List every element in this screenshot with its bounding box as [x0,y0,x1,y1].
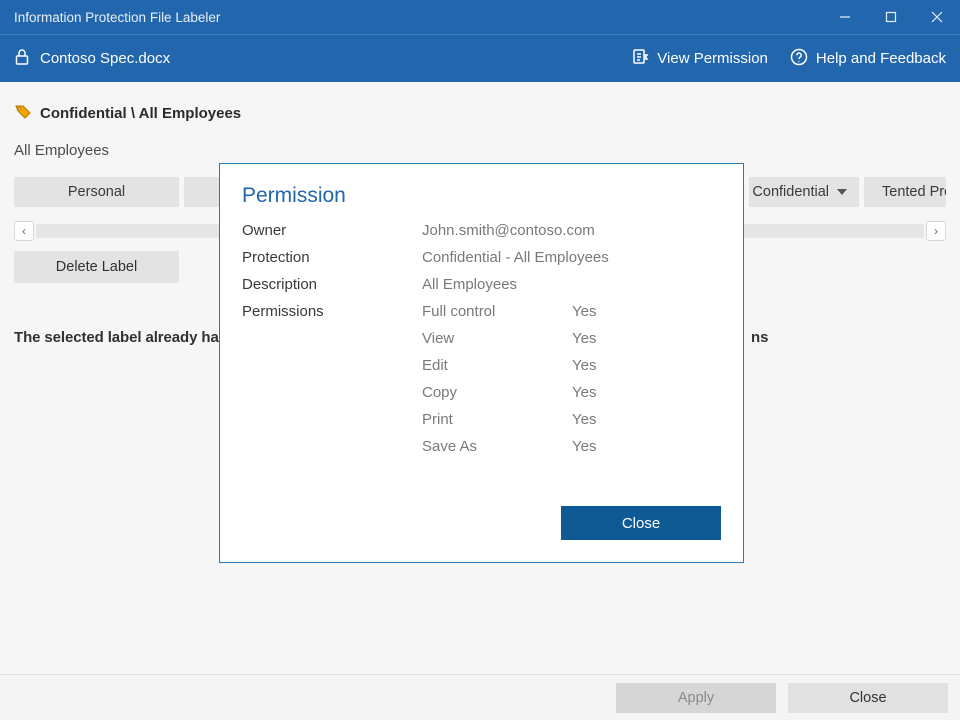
help-icon [790,48,808,70]
dialog-close-button[interactable]: Close [561,506,721,540]
perm-full-control-yn: Yes [572,303,642,320]
selected-msg-lead: The selected label already has [14,329,227,346]
footer-bar: Apply Close [0,674,960,720]
perm-view-yn: Yes [572,330,642,347]
perm-edit-yn: Yes [572,357,642,374]
view-permission-label: View Permission [657,50,768,67]
lock-icon [14,48,30,70]
owner-value: John.smith@contoso.com [422,222,642,239]
perm-copy-yn: Yes [572,384,642,401]
close-window-button[interactable] [914,0,960,34]
maximize-button[interactable] [868,0,914,34]
delete-label-button[interactable]: Delete Label [14,251,179,283]
perm-full-control: Full control [422,303,572,320]
scroll-right-button[interactable]: › [926,221,946,241]
current-label-path: Confidential \ All Employees [14,102,946,124]
perm-saveas-yn: Yes [572,438,642,455]
permissions-label: Permissions [242,303,422,320]
owner-label: Owner [242,222,422,239]
perm-copy: Copy [422,384,572,401]
scroll-track-left[interactable] [36,224,221,238]
scroll-left-button[interactable]: ‹ [14,221,34,241]
label-confidential-dropdown[interactable]: Confidential [749,177,859,207]
apply-button[interactable]: Apply [616,683,776,713]
current-file: Contoso Spec.docx [14,48,631,70]
scroll-track-right[interactable] [744,224,924,238]
tag-icon [14,102,32,124]
help-feedback-label: Help and Feedback [816,50,946,67]
perm-saveas: Save As [422,438,572,455]
label-tented-project[interactable]: Tented Projec [864,177,946,207]
app-title: Information Protection File Labeler [0,10,822,25]
help-feedback-button[interactable]: Help and Feedback [790,48,946,70]
perm-edit: Edit [422,357,572,374]
label-personal[interactable]: Personal [14,177,179,207]
description-label: Description [242,276,422,293]
perm-print-yn: Yes [572,411,642,428]
perm-print: Print [422,411,572,428]
protection-value: Confidential - All Employees [422,249,642,266]
label-subtext: All Employees [14,142,946,159]
command-bar: Contoso Spec.docx View Permission Help a… [0,34,960,82]
protection-label: Protection [242,249,422,266]
label-path-text: Confidential \ All Employees [40,105,241,122]
close-button[interactable]: Close [788,683,948,713]
permission-dialog: Permission Owner John.smith@contoso.com … [219,163,744,563]
minimize-button[interactable] [822,0,868,34]
description-value: All Employees [422,276,642,293]
dialog-title: Permission [242,184,721,208]
perm-view: View [422,330,572,347]
selected-msg-tail: ns [751,329,768,346]
view-permission-button[interactable]: View Permission [631,48,768,70]
title-bar: Information Protection File Labeler [0,0,960,34]
filename: Contoso Spec.docx [40,50,170,67]
permission-icon [631,48,649,70]
